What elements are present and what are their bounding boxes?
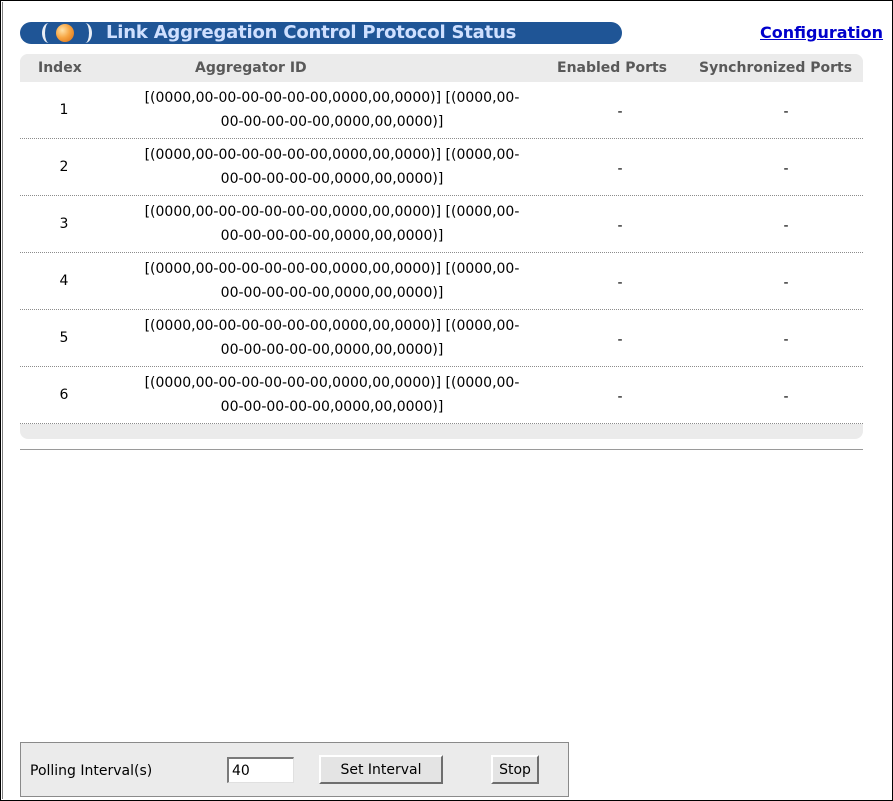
table-row: 2 [(0000,00-00-00-00-00-00,0000,00,0000)…	[20, 139, 863, 196]
cell-enabled-ports: -	[617, 104, 623, 120]
orb-icon	[56, 24, 74, 42]
table-row: 5 [(0000,00-00-00-00-00-00,0000,00,0000)…	[20, 310, 863, 367]
aggregator-id-line-1: [(0000,00-00-00-00-00-00,0000,00,0000)] …	[144, 90, 520, 106]
cell-enabled-ports: -	[617, 275, 623, 291]
cell-synchronized-ports: -	[783, 218, 789, 234]
aggregator-id-line-2: 00-00-00-00-00,0000,00,0000)]	[220, 342, 444, 358]
cell-index: 2	[59, 159, 69, 175]
aggregator-id-line-2: 00-00-00-00-00,0000,00,0000)]	[220, 399, 444, 415]
cell-index: 6	[59, 387, 69, 403]
column-header-enabled-ports: Enabled Ports	[557, 60, 667, 76]
cell-enabled-ports: -	[617, 332, 623, 348]
cell-synchronized-ports: -	[783, 161, 789, 177]
set-interval-button[interactable]: Set Interval	[319, 755, 443, 784]
column-header-aggregator-id: Aggregator ID	[195, 60, 307, 76]
cell-aggregator-id: [(0000,00-00-00-00-00-00,0000,00,0000)] …	[102, 371, 562, 419]
cell-index: 3	[59, 216, 69, 232]
table-row: 1 [(0000,00-00-00-00-00-00,0000,00,0000)…	[20, 82, 863, 139]
cell-enabled-ports: -	[617, 389, 623, 405]
aggregator-id-line-2: 00-00-00-00-00,0000,00,0000)]	[220, 228, 444, 244]
cell-synchronized-ports: -	[783, 104, 789, 120]
bracket-left-icon	[42, 23, 56, 43]
table-header: Index Aggregator ID Enabled Ports Synchr…	[20, 54, 863, 82]
table-row: 3 [(0000,00-00-00-00-00-00,0000,00,0000)…	[20, 196, 863, 253]
column-header-synchronized-ports: Synchronized Ports	[699, 60, 853, 76]
cell-synchronized-ports: -	[783, 332, 789, 348]
title-bar: Link Aggregation Control Protocol Status	[20, 22, 622, 44]
table-row: 4 [(0000,00-00-00-00-00-00,0000,00,0000)…	[20, 253, 863, 310]
aggregator-id-line-1: [(0000,00-00-00-00-00-00,0000,00,0000)] …	[144, 375, 520, 391]
cell-index: 1	[59, 102, 69, 118]
bracket-right-icon	[78, 23, 92, 43]
cell-synchronized-ports: -	[783, 389, 789, 405]
configuration-link[interactable]: Configuration	[760, 22, 883, 44]
aggregator-id-line-1: [(0000,00-00-00-00-00-00,0000,00,0000)] …	[144, 204, 520, 220]
cell-enabled-ports: -	[617, 161, 623, 177]
cell-index: 5	[59, 330, 69, 346]
table-row: 6 [(0000,00-00-00-00-00-00,0000,00,0000)…	[20, 367, 863, 424]
cell-aggregator-id: [(0000,00-00-00-00-00-00,0000,00,0000)] …	[102, 143, 562, 191]
polling-interval-label: Polling Interval(s)	[30, 763, 153, 779]
cell-aggregator-id: [(0000,00-00-00-00-00-00,0000,00,0000)] …	[102, 314, 562, 362]
cell-synchronized-ports: -	[783, 275, 789, 291]
polling-interval-input[interactable]	[227, 757, 294, 783]
aggregator-id-line-2: 00-00-00-00-00,0000,00,0000)]	[220, 285, 444, 301]
aggregator-id-line-1: [(0000,00-00-00-00-00-00,0000,00,0000)] …	[144, 147, 520, 163]
page-title: Link Aggregation Control Protocol Status	[106, 22, 517, 43]
aggregator-id-line-1: [(0000,00-00-00-00-00-00,0000,00,0000)] …	[144, 318, 520, 334]
column-header-index: Index	[38, 60, 82, 76]
table-body: 1 [(0000,00-00-00-00-00-00,0000,00,0000)…	[20, 82, 863, 424]
stop-button[interactable]: Stop	[491, 755, 539, 784]
cell-aggregator-id: [(0000,00-00-00-00-00-00,0000,00,0000)] …	[102, 200, 562, 248]
status-table: Index Aggregator ID Enabled Ports Synchr…	[20, 54, 863, 439]
polling-panel: Polling Interval(s) Set Interval Stop	[20, 742, 569, 797]
aggregator-id-line-2: 00-00-00-00-00,0000,00,0000)]	[220, 114, 444, 130]
aggregator-id-line-2: 00-00-00-00-00,0000,00,0000)]	[220, 171, 444, 187]
section-divider	[20, 449, 863, 450]
aggregator-id-line-1: [(0000,00-00-00-00-00-00,0000,00,0000)] …	[144, 261, 520, 277]
cell-index: 4	[59, 273, 69, 289]
cell-aggregator-id: [(0000,00-00-00-00-00-00,0000,00,0000)] …	[102, 86, 562, 134]
cell-enabled-ports: -	[617, 218, 623, 234]
cell-aggregator-id: [(0000,00-00-00-00-00-00,0000,00,0000)] …	[102, 257, 562, 305]
